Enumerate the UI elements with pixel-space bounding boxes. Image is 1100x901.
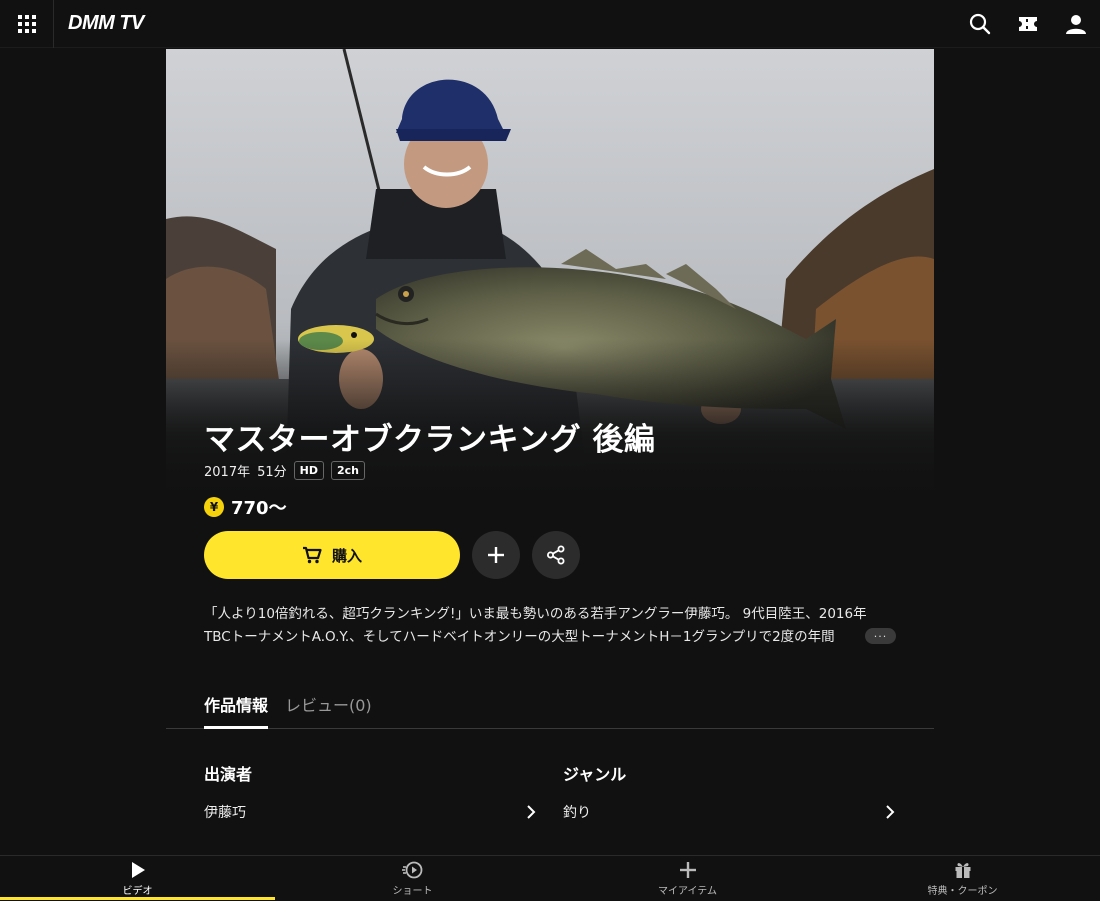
add-to-list-button[interactable] [472,531,520,579]
share-button[interactable] [532,531,580,579]
chevron-right-icon [886,805,895,819]
tab-work-info[interactable]: 作品情報 [204,692,268,716]
account-button[interactable] [1062,10,1090,38]
menu-grid-button[interactable] [0,0,54,48]
search-icon [969,13,991,35]
plus-icon [679,862,696,878]
nav-label: ビデオ [122,886,153,897]
purchase-label: 購入 [331,546,362,565]
hd-badge: HD [293,461,324,480]
user-icon [1066,15,1086,34]
active-tab-indicator [204,726,268,729]
search-button[interactable] [966,10,994,38]
page-title: マスターオブクランキング 後編 [204,422,656,458]
description-line: 「人より10倍釣れる、超巧クランキング!」いま最も勢いのある若手アングラー伊藤巧… [204,606,867,622]
ticket-button[interactable] [1014,10,1042,38]
short-play-icon [401,861,422,879]
cast-heading: 出演者 [204,765,253,784]
chevron-right-icon [527,805,536,819]
gift-icon [955,863,970,878]
ticket-icon [1019,17,1037,31]
cast-name: 伊藤巧 [204,805,246,821]
detail-tabs: 作品情報 レビュー(0) [166,684,934,729]
cart-icon [302,546,322,564]
nav-label: 特典・クーポン [927,886,998,897]
share-icon [547,545,565,565]
plus-icon [488,547,504,563]
price: ¥ 770～ [204,494,287,520]
top-header: DMM TV [0,0,1100,48]
grid-icon [17,15,36,33]
nav-short[interactable]: ショート [275,856,550,901]
nav-video[interactable]: ビデオ [0,856,275,901]
video-meta: 2017年 51分 HD 2ch [204,461,365,480]
bottom-navigation: ビデオ ショート マイアイテム 特典・クーポン [0,855,1100,900]
nav-label: ショート [392,886,433,897]
genre-heading: ジャンル [563,765,627,784]
description: 「人より10倍釣れる、超巧クランキング!」いま最も勢いのある若手アングラー伊藤巧… [204,603,904,649]
play-icon [131,862,145,878]
purchase-button[interactable]: 購入 [204,531,460,579]
expand-description-button[interactable]: ··· [865,628,896,644]
cast-item[interactable]: 伊藤巧 [204,801,536,823]
description-line: TBCトーナメントA.O.Y.、そしてハードベイトオンリーの大型トーナメントH－… [204,629,835,645]
dmm-tv-logo[interactable]: DMM TV [68,12,144,35]
audio-badge: 2ch [330,461,365,480]
duration: 51分 [257,465,287,480]
release-year: 2017年 [204,465,251,480]
genre-item[interactable]: 釣り [563,801,895,823]
price-value: 770～ [231,498,287,519]
nav-benefits-coupons[interactable]: 特典・クーポン [825,856,1100,901]
nav-my-items[interactable]: マイアイテム [550,856,825,901]
genre-name: 釣り [563,805,591,821]
nav-label: マイアイテム [658,886,717,897]
yen-icon: ¥ [204,497,224,517]
tab-reviews[interactable]: レビュー(0) [285,692,372,716]
